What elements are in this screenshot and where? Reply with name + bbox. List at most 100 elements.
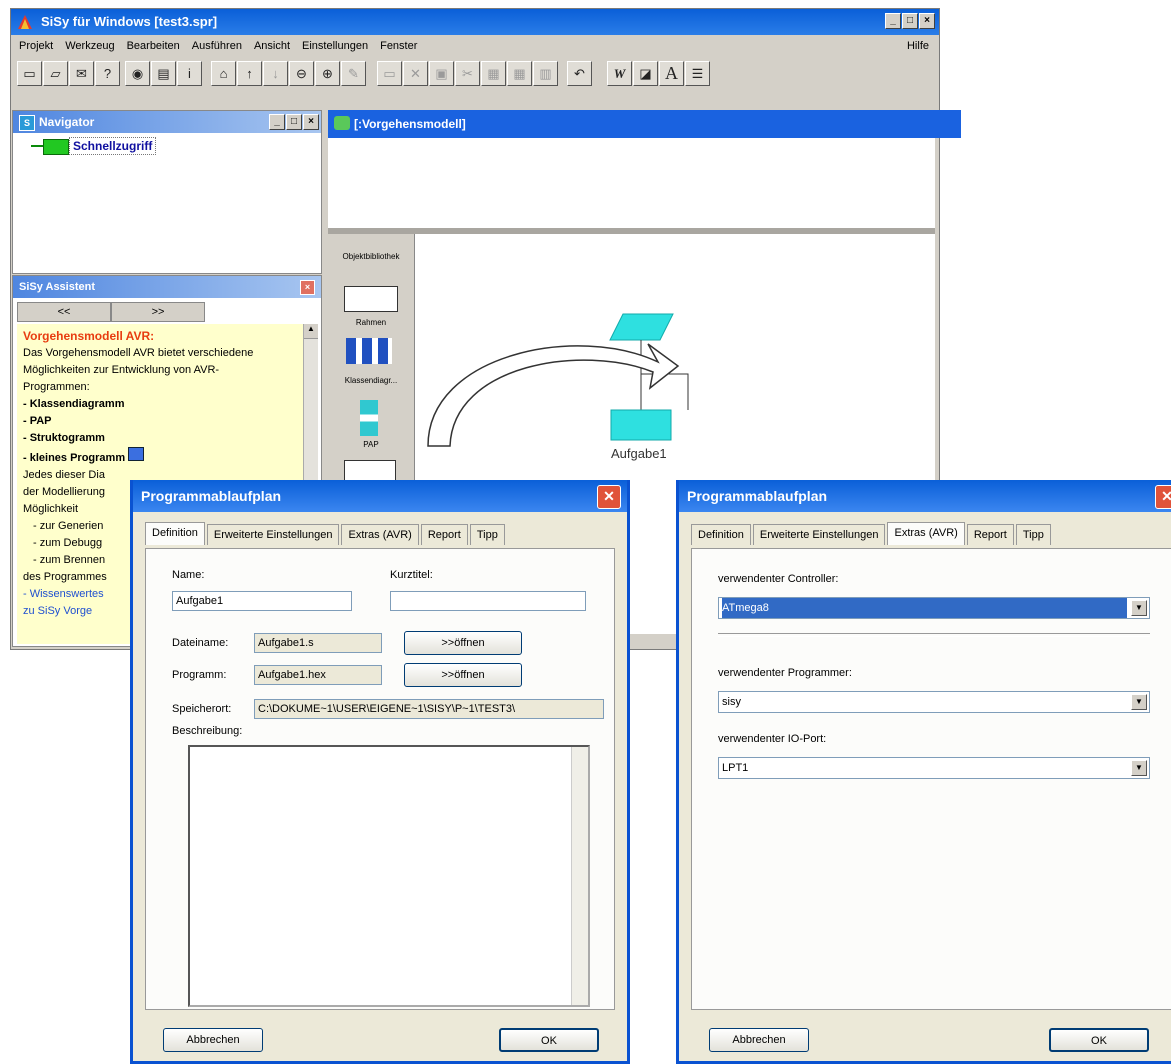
frame-icon[interactable] xyxy=(344,286,398,312)
menu-bearbeiten[interactable]: Bearbeiten xyxy=(127,40,180,52)
kurztitel-label: Kurztitel: xyxy=(390,569,433,581)
chevron-down-icon[interactable]: ▼ xyxy=(1131,600,1147,616)
grid-icon[interactable]: ▦ xyxy=(507,61,532,86)
assistant-bullet-2: - PAP xyxy=(23,415,52,427)
assistant-heading: Vorgehensmodell AVR: xyxy=(23,329,155,343)
menu-ausfuehren[interactable]: Ausführen xyxy=(192,40,242,52)
assistant-intro: Das Vorgehensmodell AVR bietet verschied… xyxy=(23,347,254,393)
ok-button[interactable]: OK xyxy=(1049,1028,1149,1052)
window-icon[interactable]: ▤ xyxy=(151,61,176,86)
help-icon[interactable]: ? xyxy=(95,61,120,86)
edit-icon[interactable]: ✎ xyxy=(341,61,366,86)
programmer-value: sisy xyxy=(722,696,741,708)
image-icon[interactable]: ◪ xyxy=(633,61,658,86)
nav-maximize-button[interactable]: □ xyxy=(286,114,302,130)
assistant-close-button[interactable]: × xyxy=(300,280,315,295)
delete-doc-icon[interactable]: ▭ xyxy=(377,61,402,86)
class-diagram-icon[interactable] xyxy=(346,338,392,364)
dialog-right-close-button[interactable]: ✕ xyxy=(1155,485,1171,509)
dialog-right-tabs: Definition Erweiterte Einstellungen Extr… xyxy=(691,522,1053,545)
open-program-button[interactable]: >>öffnen xyxy=(404,663,522,687)
cancel-button[interactable]: Abbrechen xyxy=(709,1028,809,1052)
tab-definition[interactable]: Definition xyxy=(145,522,205,545)
tab-erweiterte-einstellungen[interactable]: Erweiterte Einstellungen xyxy=(752,524,886,545)
undo-icon[interactable]: ↶ xyxy=(567,61,592,86)
chevron-down-icon[interactable]: ▼ xyxy=(1131,694,1147,710)
navigator-panel: S Navigator _ □ × Schnellzugriff xyxy=(12,110,322,274)
menu-ansicht[interactable]: Ansicht xyxy=(254,40,290,52)
zoom-in-icon[interactable]: ⊕ xyxy=(315,61,340,86)
pap-io-shape[interactable] xyxy=(609,313,674,341)
new-icon[interactable]: ▭ xyxy=(17,61,42,86)
minimize-button[interactable]: _ xyxy=(885,13,901,29)
info-icon[interactable]: i xyxy=(177,61,202,86)
menu-einstellungen[interactable]: Einstellungen xyxy=(302,40,368,52)
tab-report[interactable]: Report xyxy=(966,524,1014,545)
assistant-bullet-4: - kleines Programm xyxy=(23,447,297,467)
close-button[interactable]: × xyxy=(919,13,935,29)
tab-tipp[interactable]: Tipp xyxy=(469,524,505,545)
zoom-out-icon[interactable]: ⊖ xyxy=(289,61,314,86)
assistant-forward-button[interactable]: >> xyxy=(111,302,205,322)
tab-tipp[interactable]: Tipp xyxy=(1015,524,1051,545)
navigator-title: Navigator xyxy=(39,115,95,129)
tab-erweiterte-einstellungen[interactable]: Erweiterte Einstellungen xyxy=(206,524,340,545)
font-icon[interactable]: A xyxy=(659,61,684,86)
task-label: Aufgabe1 xyxy=(611,446,667,461)
list-icon[interactable]: ☰ xyxy=(685,61,710,86)
textarea-scrollbar[interactable] xyxy=(571,747,588,1005)
dateiname-field[interactable]: Aufgabe1.s xyxy=(254,633,382,653)
scroll-up-icon[interactable]: ▲ xyxy=(304,324,318,339)
up-icon[interactable]: ↑ xyxy=(237,61,262,86)
menu-projekt[interactable]: Projekt xyxy=(19,40,53,52)
cancel-button[interactable]: Abbrechen xyxy=(163,1028,263,1052)
programm-field[interactable]: Aufgabe1.hex xyxy=(254,665,382,685)
cross-icon[interactable]: ✕ xyxy=(403,61,428,86)
name-field[interactable]: Aufgabe1 xyxy=(172,591,352,611)
table-icon[interactable]: ▥ xyxy=(533,61,558,86)
assistant-back-button[interactable]: << xyxy=(17,302,111,322)
toolbar: ▭ ▱ ✉ ? ◉ ▤ i ⌂ ↑ ↓ ⊖ ⊕ ✎ ▭ ✕ ▣ ✂ ▦ ▦ ▥ … xyxy=(11,57,939,91)
mail-icon[interactable]: ✉ xyxy=(69,61,94,86)
home-icon[interactable]: ⌂ xyxy=(211,61,236,86)
paste-icon[interactable]: ▦ xyxy=(481,61,506,86)
nav-minimize-button[interactable]: _ xyxy=(269,114,285,130)
down-icon[interactable]: ↓ xyxy=(263,61,288,86)
bold-w-icon[interactable]: W xyxy=(607,61,632,86)
copy-icon[interactable]: ▣ xyxy=(429,61,454,86)
book-icon[interactable] xyxy=(128,447,145,461)
menu-werkzeug[interactable]: Werkzeug xyxy=(65,40,114,52)
kurztitel-field[interactable] xyxy=(390,591,586,611)
assistant-bullet-3: - Struktogramm xyxy=(23,432,105,444)
nav-close-button[interactable]: × xyxy=(303,114,319,130)
tab-definition[interactable]: Definition xyxy=(691,524,751,545)
palette-header: Objektbibliothek xyxy=(342,252,400,261)
assistant-bullet-4-label[interactable]: - kleines Programm xyxy=(23,452,125,464)
dialog-left-close-button[interactable]: ✕ xyxy=(597,485,621,509)
open-icon[interactable]: ▱ xyxy=(43,61,68,86)
io-port-value: LPT1 xyxy=(722,762,749,774)
speicherort-field[interactable]: C:\DOKUME~1\USER\EIGENE~1\SISY\P~1\TEST3… xyxy=(254,699,604,719)
pap-task-shape[interactable] xyxy=(610,409,672,441)
navigator-item-schnellzugriff[interactable]: Schnellzugriff xyxy=(69,137,157,155)
io-port-select[interactable]: LPT1 ▼ xyxy=(718,757,1150,779)
controller-select[interactable]: ATmega8 ▼ xyxy=(718,597,1150,619)
tab-extras-avr[interactable]: Extras (AVR) xyxy=(887,522,965,545)
chevron-down-icon[interactable]: ▼ xyxy=(1131,760,1147,776)
main-titlebar: SiSy für Windows [test3.spr] _ □ × xyxy=(11,9,939,35)
dialog-definition: Programmablaufplan ✕ Definition Erweiter… xyxy=(130,480,630,1064)
maximize-button[interactable]: □ xyxy=(902,13,918,29)
beschreibung-textarea[interactable] xyxy=(188,745,590,1007)
ok-button[interactable]: OK xyxy=(499,1028,599,1052)
pap-icon[interactable] xyxy=(360,400,378,436)
cut-icon[interactable]: ✂ xyxy=(455,61,480,86)
programmer-select[interactable]: sisy ▼ xyxy=(718,691,1150,713)
menu-hilfe[interactable]: Hilfe xyxy=(907,40,929,52)
tab-extras-avr[interactable]: Extras (AVR) xyxy=(341,524,419,545)
tab-report[interactable]: Report xyxy=(420,524,468,545)
menu-fenster[interactable]: Fenster xyxy=(380,40,417,52)
binoculars-icon[interactable]: ◉ xyxy=(125,61,150,86)
document-titlebar: [:Vorgehensmodell] xyxy=(328,110,961,138)
dateiname-label: Dateiname: xyxy=(172,637,229,649)
open-file-button[interactable]: >>öffnen xyxy=(404,631,522,655)
